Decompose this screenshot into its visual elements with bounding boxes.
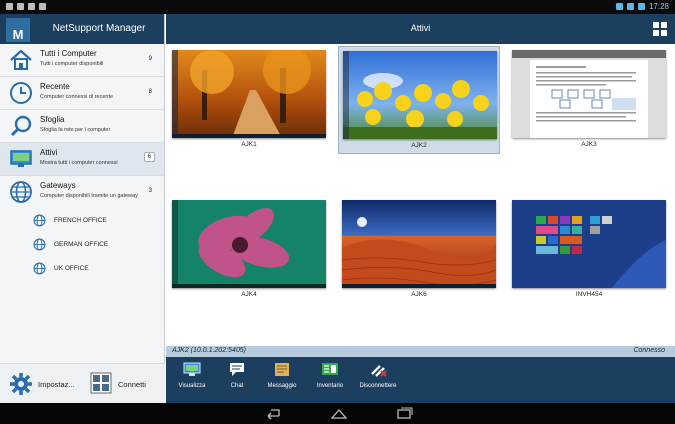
sidebar-item-gateways[interactable]: Gateways Computer disponibili tramite un… xyxy=(0,176,164,209)
system-indicators: 17:28 xyxy=(615,2,669,11)
connection-status-bar: AJK2 (10.0.1.202:5405) Connesso xyxy=(166,346,675,357)
sidebar-item-label: Sfoglia xyxy=(40,115,65,124)
sidebar-item-label: Gateways xyxy=(40,181,76,190)
disconnect-icon xyxy=(371,365,387,377)
action-toolbar: Visualizza Chat Messaggio Inventario Dis… xyxy=(166,357,675,403)
item-count: 6 xyxy=(143,152,155,162)
system-status-bar: 17:28 xyxy=(0,0,675,14)
sidebar-header: M NetSupport Manager xyxy=(0,14,164,44)
toolbar-label: Messaggio xyxy=(267,383,297,389)
view-button[interactable]: Visualizza xyxy=(168,362,216,400)
notification-icon xyxy=(39,3,46,10)
computer-tile-ajk1[interactable]: AJK1 xyxy=(168,46,330,154)
app-title: NetSupport Manager xyxy=(52,23,146,34)
sidebar: M NetSupport Manager Tutti i Computer Tu… xyxy=(0,14,165,403)
computer-tile-ajk2[interactable]: AJK2 xyxy=(338,46,500,154)
gateway-label: GERMAN OFFICE xyxy=(54,241,109,248)
globe-icon xyxy=(33,262,46,275)
system-navigation-bar xyxy=(0,403,675,424)
sidebar-item-description: Mostra tutti i computer connessi xyxy=(40,160,118,166)
clock: 17:28 xyxy=(648,2,669,11)
sidebar-item-label: Recente xyxy=(40,82,70,91)
battery-icon xyxy=(637,3,645,10)
sidebar-item-description: Sfoglia la rete per i computer xyxy=(40,127,111,133)
item-count: 8 xyxy=(148,89,152,95)
computer-grid: AJK1 AJK2 AJK3 AJK4 AJK6 INVH454 xyxy=(166,44,675,346)
computer-name: AJK4 xyxy=(241,291,257,298)
sidebar-item-label: Attivi xyxy=(40,148,58,157)
message-button[interactable]: Messaggio xyxy=(258,362,306,400)
computer-tile-ajk6[interactable]: AJK6 xyxy=(338,196,500,304)
screen-thumbnail xyxy=(172,200,326,288)
gateway-item-uk-office[interactable]: UK OFFICE xyxy=(0,257,164,281)
computer-name: AJK1 xyxy=(241,141,257,148)
sidebar-footer: Impostaz... Connetti xyxy=(0,363,165,403)
screen-thumbnail xyxy=(512,50,666,138)
item-count: 3 xyxy=(148,188,152,194)
sidebar-item-all-computers[interactable]: Tutti i Computer Tutti i computer dispon… xyxy=(0,44,164,77)
search-icon xyxy=(10,115,32,137)
app-logo-icon: M xyxy=(6,18,30,42)
notification-icon xyxy=(17,3,24,10)
clock-icon xyxy=(10,82,32,104)
view-icon xyxy=(183,362,201,376)
inventory-icon xyxy=(322,363,338,375)
notification-icon xyxy=(28,3,35,10)
computer-name: INVH454 xyxy=(575,291,603,298)
connect-button[interactable]: Connetti xyxy=(118,380,146,389)
screen-thumbnail xyxy=(512,200,666,288)
toolbar-label: Disconnettere xyxy=(359,383,397,389)
gear-icon[interactable] xyxy=(9,372,33,396)
sidebar-item-recent[interactable]: Recente Computer connessi di recente 8 xyxy=(0,77,164,110)
gateway-label: FRENCH OFFICE xyxy=(54,217,107,224)
sidebar-item-description: Computer disponibili tramite un gateway xyxy=(40,193,138,199)
sidebar-item-label: Tutti i Computer xyxy=(40,49,97,58)
screen-thumbnail xyxy=(343,51,497,139)
message-icon xyxy=(275,363,289,376)
sidebar-item-description: Computer connessi di recente xyxy=(40,94,114,100)
toolbar-label: Chat xyxy=(230,383,244,389)
home-icon xyxy=(10,49,32,70)
item-count: 9 xyxy=(148,56,152,62)
computer-tile-ajk3[interactable]: AJK3 xyxy=(508,46,670,154)
back-icon[interactable] xyxy=(263,407,281,420)
screen-thumbnail xyxy=(342,200,496,288)
computer-name: AJK2 xyxy=(411,142,427,149)
gateway-item-german-office[interactable]: GERMAN OFFICE xyxy=(0,233,164,257)
main-panel: Attivi AJK1 AJK2 AJK3 AJK4 AJK6 INVH454 … xyxy=(166,14,675,403)
computer-name: AJK3 xyxy=(581,141,597,148)
gateway-item-french-office[interactable]: FRENCH OFFICE xyxy=(0,209,164,233)
monitor-icon xyxy=(10,150,32,167)
toolbar-label: Visualizza xyxy=(178,383,206,389)
connection-status: Connesso xyxy=(633,347,665,354)
main-header: Attivi xyxy=(166,14,675,44)
globe-icon xyxy=(33,238,46,251)
toolbar-label: Inventario xyxy=(316,383,344,389)
notification-icon xyxy=(6,3,13,10)
chat-button[interactable]: Chat xyxy=(213,362,261,400)
bluetooth-icon xyxy=(615,3,623,10)
disconnect-button[interactable]: Disconnettere xyxy=(352,362,404,400)
sidebar-item-description: Tutti i computer disponibili xyxy=(40,61,104,67)
computer-tile-invh454[interactable]: INVH454 xyxy=(508,196,670,304)
inventory-button[interactable]: Inventario xyxy=(306,362,354,400)
settings-button[interactable]: Impostaz... xyxy=(38,380,75,389)
screen-thumbnail xyxy=(172,50,326,138)
wifi-icon xyxy=(626,3,634,10)
sidebar-item-browse[interactable]: Sfoglia Sfoglia la rete per i computer xyxy=(0,110,164,143)
globe-icon xyxy=(10,181,32,203)
gateway-label: UK OFFICE xyxy=(54,265,89,272)
computer-name: AJK6 xyxy=(411,291,427,298)
recent-apps-icon[interactable] xyxy=(396,407,414,420)
page-title: Attivi xyxy=(410,23,431,33)
computer-tile-ajk4[interactable]: AJK4 xyxy=(168,196,330,304)
sidebar-item-active[interactable]: Attivi Mostra tutti i computer connessi … xyxy=(0,143,164,176)
connect-grid-icon[interactable] xyxy=(90,372,112,394)
notification-icons xyxy=(6,3,46,10)
home-nav-icon[interactable] xyxy=(330,407,348,420)
grid-view-icon[interactable] xyxy=(653,22,667,36)
globe-icon xyxy=(33,214,46,227)
selected-computer-address: AJK2 (10.0.1.202:5405) xyxy=(172,347,246,354)
chat-icon xyxy=(230,363,244,376)
